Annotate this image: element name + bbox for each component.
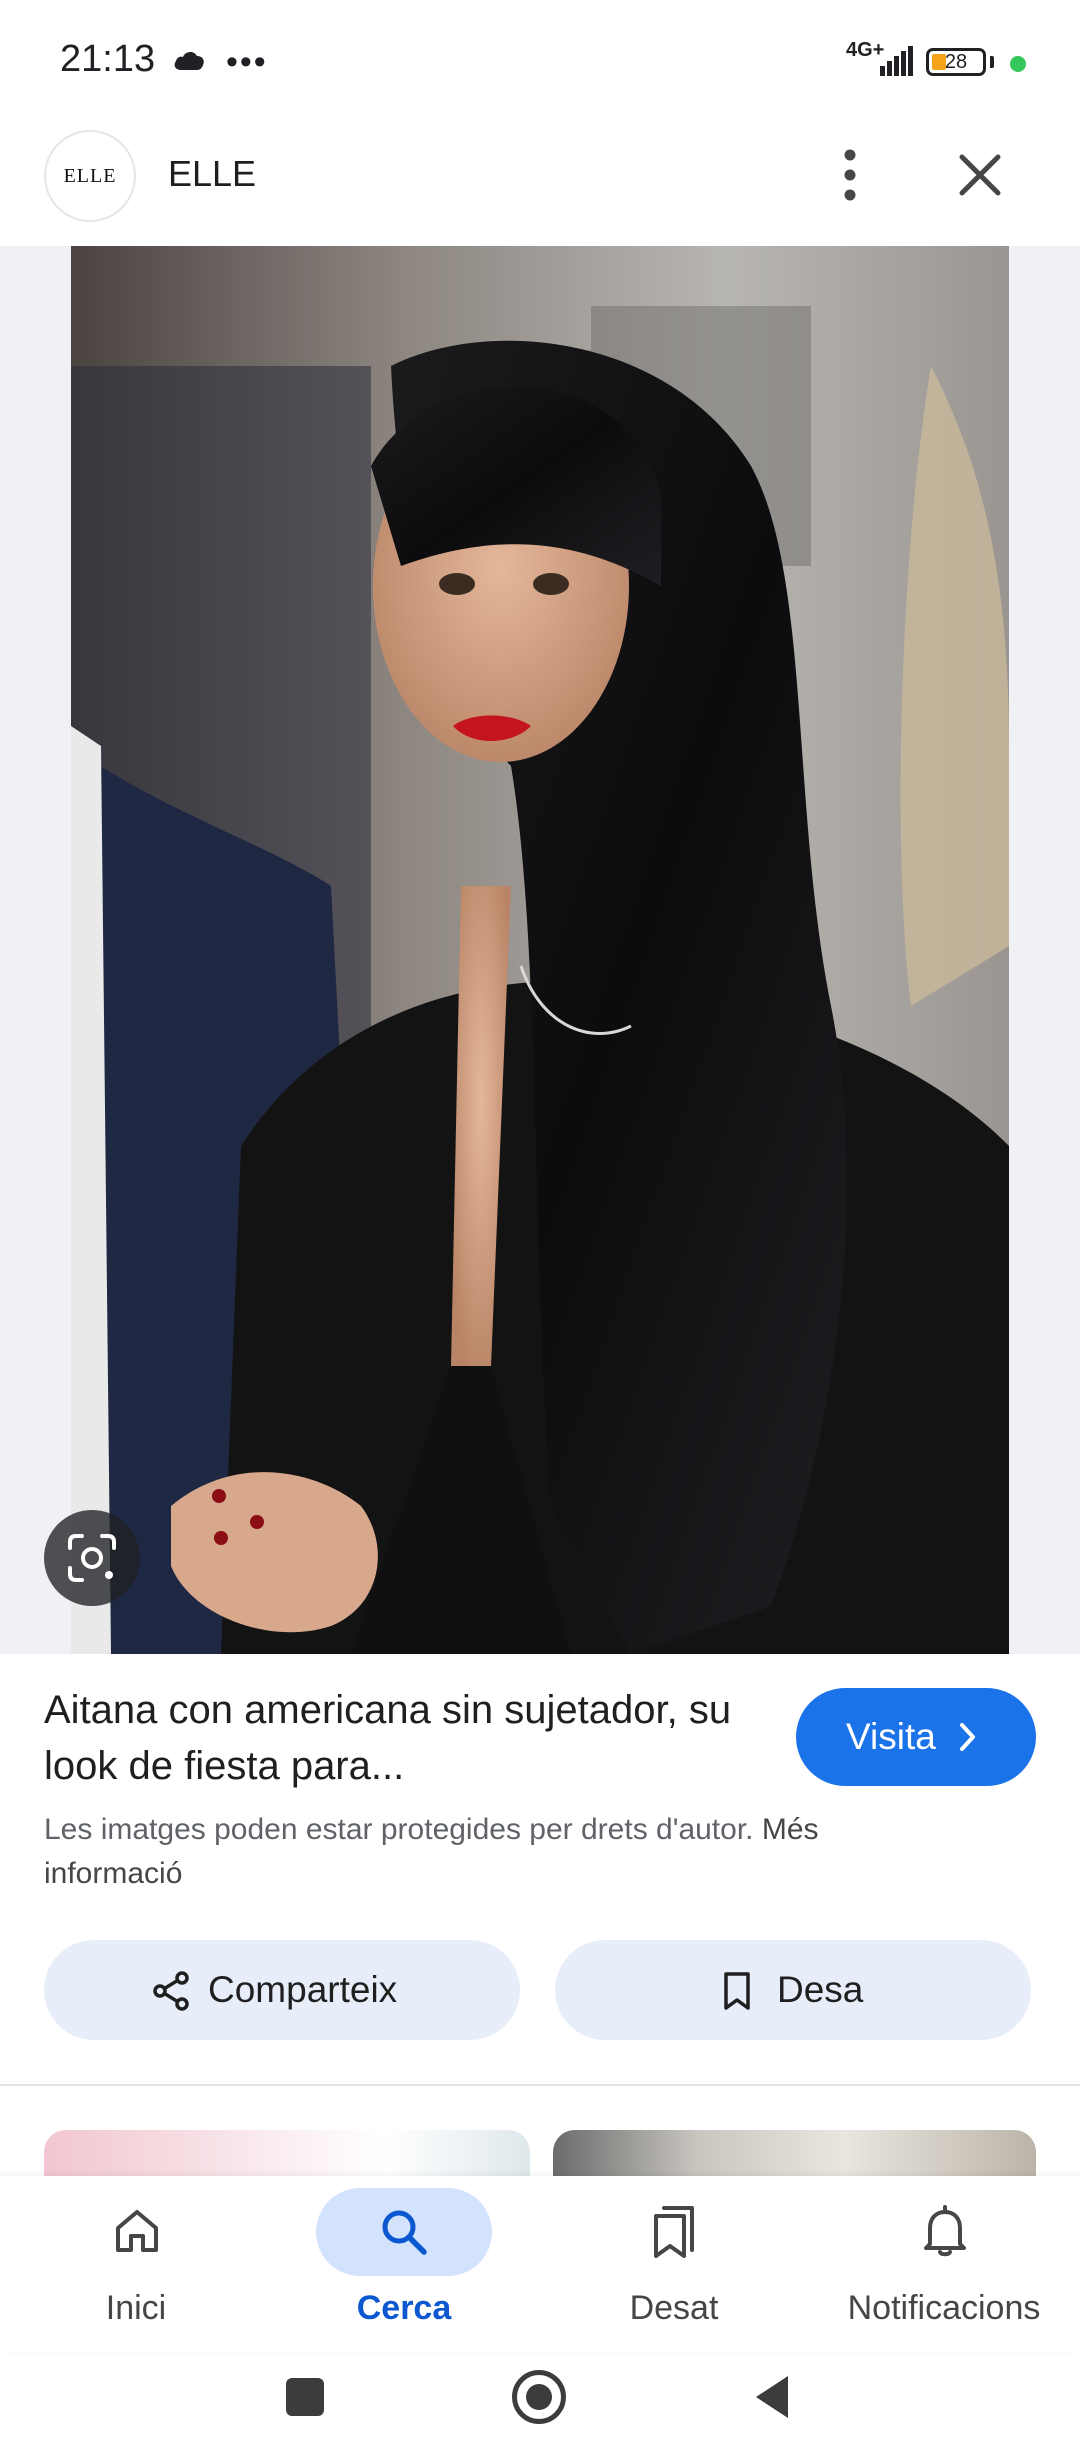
share-button[interactable]: Comparteix (44, 1940, 520, 2040)
bookmark-icon (724, 1972, 750, 2010)
divider (0, 2084, 1080, 2086)
close-icon[interactable] (950, 145, 1010, 205)
status-bar: 21:13 ••• 4G+ 28 (0, 0, 1080, 120)
image-viewer (0, 246, 1080, 1654)
nav-item-search[interactable]: Cerca (274, 2176, 534, 2352)
site-logo[interactable]: ELLE (44, 130, 136, 222)
site-name[interactable]: ELLE (168, 150, 256, 198)
signal-icon (880, 46, 913, 76)
save-button[interactable]: Desa (555, 1940, 1031, 2040)
lens-icon (68, 1534, 116, 1582)
save-button-label: Desa (777, 1969, 864, 2010)
nav-label-home: Inici (105, 2289, 167, 2327)
battery-tip (990, 56, 994, 68)
nav-label-search: Cerca (356, 2289, 452, 2327)
visit-button[interactable]: Visita (796, 1688, 1036, 1786)
home-system-button[interactable] (512, 2370, 566, 2424)
back-triangle-icon[interactable] (752, 2372, 792, 2422)
search-icon (382, 2210, 427, 2255)
main-photo[interactable] (71, 246, 1009, 1654)
home-system-button-dot (526, 2384, 552, 2410)
nav-item-home[interactable]: Inici (6, 2176, 266, 2352)
cloud-icon (174, 51, 204, 70)
privacy-indicator-dot (1010, 56, 1026, 72)
more-dots-icon: ••• (226, 43, 268, 81)
status-time: 21:13 (60, 38, 156, 80)
nav-item-saved[interactable]: Desat (544, 2176, 804, 2352)
share-button-label: Comparteix (208, 1969, 398, 2010)
nav-label-saved: Desat (629, 2289, 719, 2327)
lens-button[interactable] (44, 1510, 140, 1606)
site-logo-text: ELLE (63, 165, 117, 187)
saved-icon (654, 2206, 694, 2258)
share-icon (153, 1971, 189, 2011)
visit-button-label: Visita (846, 1716, 936, 1757)
result-title[interactable]: Aitana con americana sin sujetador, su l… (44, 1682, 764, 1794)
chevron-right-icon (960, 1723, 975, 1751)
nav-item-notifications[interactable]: Notificacions (814, 2176, 1074, 2352)
battery-icon: 28 (926, 48, 986, 76)
home-icon (116, 2210, 158, 2252)
network-type: 4G+ (846, 39, 885, 61)
more-vert-icon[interactable] (820, 140, 880, 210)
nav-label-notifications: Notificacions (847, 2289, 1041, 2327)
bottom-navigation: Inici Cerca Desat Notificacions (0, 2176, 1080, 2352)
battery-percent: 28 (944, 51, 968, 73)
copyright-text: Les imatges poden estar protegides per d… (44, 1813, 754, 1846)
bell-icon (924, 2205, 966, 2257)
copyright-notice: Les imatges poden estar protegides per d… (44, 1808, 924, 1896)
recents-button[interactable] (286, 2378, 324, 2416)
